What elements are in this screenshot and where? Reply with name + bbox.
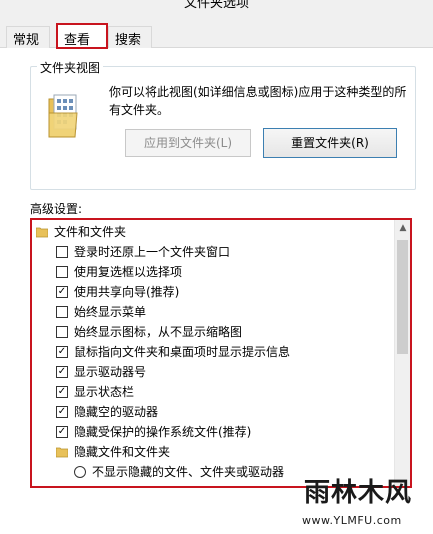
option-label: 鼠标指向文件夹和桌面项时显示提示信息 — [74, 345, 291, 359]
checkbox[interactable] — [56, 326, 68, 338]
folder-icon — [36, 227, 48, 238]
option-always-show-icons[interactable]: 始终显示图标，从不显示缩略图 — [32, 322, 396, 342]
option-label: 隐藏空的驱动器 — [74, 405, 159, 419]
option-label: 始终显示图标，从不显示缩略图 — [74, 325, 243, 339]
checkbox-checked[interactable]: ✓ — [56, 386, 68, 398]
chevron-up-icon[interactable]: ▲ — [395, 220, 410, 236]
checkbox-checked[interactable]: ✓ — [56, 346, 68, 358]
checkbox[interactable] — [56, 306, 68, 318]
option-show-popup-descriptions[interactable]: ✓ 鼠标指向文件夹和桌面项时显示提示信息 — [32, 342, 396, 362]
vertical-scrollbar[interactable]: ▲ — [394, 220, 410, 486]
option-dont-show-hidden[interactable]: 不显示隐藏的文件、文件夹或驱动器 — [32, 462, 396, 482]
tree-folder-label: 隐藏文件和文件夹 — [74, 445, 171, 459]
view-tab-panel: 文件夹视图 你可以将此视图(如详细信息或图标)应用于这种类型的所有文件夹。 应用… — [0, 48, 433, 527]
option-show-drive-letters[interactable]: ✓ 显示驱动器号 — [32, 362, 396, 382]
checkbox-checked[interactable]: ✓ — [56, 286, 68, 298]
folder-view-icon — [48, 94, 78, 138]
tab-strip: 常规 查看 搜索 — [0, 20, 433, 49]
folder-views-group: 文件夹视图 你可以将此视图(如详细信息或图标)应用于这种类型的所有文件夹。 应用… — [30, 59, 416, 190]
window-title: 文件夹选项 — [183, 0, 249, 11]
folder-views-description: 你可以将此视图(如详细信息或图标)应用于这种类型的所有文件夹。 — [109, 85, 407, 117]
folder-views-legend: 文件夹视图 — [37, 59, 104, 76]
folder-icon — [56, 447, 68, 458]
advanced-settings-list: 文件和文件夹 登录时还原上一个文件夹窗口 使用复选框以选择项 ✓ 使用共享向导(… — [32, 222, 396, 482]
option-show-status-bar[interactable]: ✓ 显示状态栏 — [32, 382, 396, 402]
option-hide-empty-drives[interactable]: ✓ 隐藏空的驱动器 — [32, 402, 396, 422]
title-bar: 文件夹选项 — [0, 0, 433, 20]
tree-folder-files-and-folders[interactable]: 文件和文件夹 — [32, 222, 396, 242]
reset-folders-button[interactable]: 重置文件夹(R) — [263, 128, 397, 158]
option-label: 隐藏受保护的操作系统文件(推荐) — [74, 425, 252, 439]
radio-button[interactable] — [74, 466, 86, 478]
option-use-checkboxes[interactable]: 使用复选框以选择项 — [32, 262, 396, 282]
option-label: 显示驱动器号 — [74, 365, 147, 379]
checkbox-checked[interactable]: ✓ — [56, 366, 68, 378]
option-label: 登录时还原上一个文件夹窗口 — [74, 245, 231, 259]
checkbox-checked[interactable]: ✓ — [56, 406, 68, 418]
tree-folder-hidden-files[interactable]: 隐藏文件和文件夹 — [32, 442, 396, 462]
checkbox[interactable] — [56, 246, 68, 258]
option-label: 使用复选框以选择项 — [74, 265, 183, 279]
scroll-thumb[interactable] — [397, 240, 408, 354]
tree-folder-label: 文件和文件夹 — [54, 225, 127, 239]
apply-to-folders-button[interactable]: 应用到文件夹(L) — [125, 129, 251, 157]
option-always-show-menus[interactable]: 始终显示菜单 — [32, 302, 396, 322]
option-sharing-wizard[interactable]: ✓ 使用共享向导(推荐) — [32, 282, 396, 302]
checkbox[interactable] — [56, 266, 68, 278]
tab-general[interactable]: 常规 — [6, 26, 50, 48]
option-label: 不显示隐藏的文件、文件夹或驱动器 — [92, 465, 285, 479]
tab-search[interactable]: 搜索 — [108, 26, 152, 48]
option-hide-protected-os-files[interactable]: ✓ 隐藏受保护的操作系统文件(推荐) — [32, 422, 396, 442]
watermark-url: www.YLMFU.com — [302, 514, 402, 527]
option-restore-windows[interactable]: 登录时还原上一个文件夹窗口 — [32, 242, 396, 262]
checkbox-checked[interactable]: ✓ — [56, 426, 68, 438]
option-label: 使用共享向导(推荐) — [74, 285, 180, 299]
option-label: 显示状态栏 — [74, 385, 135, 399]
option-label: 始终显示菜单 — [74, 305, 147, 319]
tab-view[interactable]: 查看 — [56, 23, 108, 49]
advanced-settings-label: 高级设置: — [30, 202, 83, 216]
advanced-settings-tree[interactable]: 文件和文件夹 登录时还原上一个文件夹窗口 使用复选框以选择项 ✓ 使用共享向导(… — [30, 218, 412, 488]
